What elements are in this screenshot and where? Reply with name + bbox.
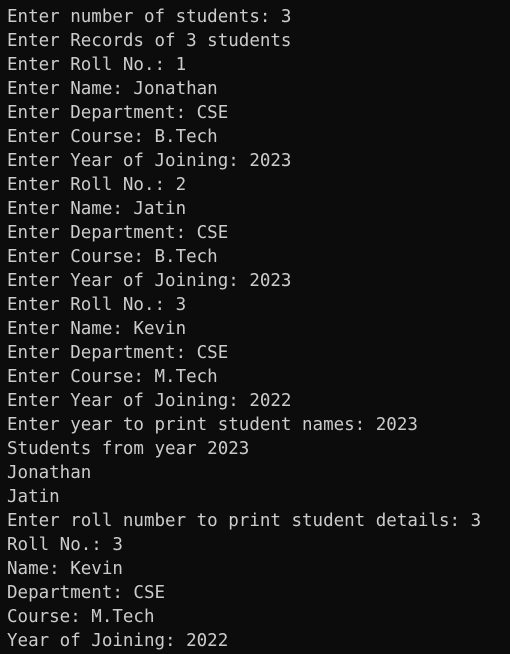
console-line: Enter Roll No.: 2: [7, 175, 187, 195]
console-line: Year of Joining: 2022: [7, 631, 229, 651]
console-line: Enter Roll No.: 1: [7, 55, 187, 75]
console-line: Enter roll number to print student detai…: [7, 511, 482, 531]
console-line: Enter Course: B.Tech: [7, 247, 218, 267]
console-line: Roll No.: 3: [7, 535, 123, 555]
console-line: Enter Year of Joining: 2023: [7, 271, 292, 291]
console-line: Enter Course: M.Tech: [7, 367, 218, 387]
console-line: Enter Department: CSE: [7, 103, 229, 123]
console-line: Jonathan: [7, 463, 92, 483]
console-output[interactable]: Enter number of students: 3 Enter Record…: [0, 0, 510, 654]
console-line: Enter Course: B.Tech: [7, 127, 218, 147]
console-line: Enter Records of 3 students: [7, 31, 292, 51]
console-line: Enter Department: CSE: [7, 223, 229, 243]
console-line: Enter Department: CSE: [7, 343, 229, 363]
console-line: Jatin: [7, 487, 60, 507]
console-line: Enter Year of Joining: 2022: [7, 391, 292, 411]
console-line: Enter year to print student names: 2023: [7, 415, 418, 435]
console-line: Enter Roll No.: 3: [7, 295, 187, 315]
console-line: Enter Name: Kevin: [7, 319, 187, 339]
console-line: Enter Name: Jonathan: [7, 79, 218, 99]
console-line: Department: CSE: [7, 583, 166, 603]
console-line: Enter Name: Jatin: [7, 199, 187, 219]
console-line: Course: M.Tech: [7, 607, 155, 627]
console-line: Name: Kevin: [7, 559, 123, 579]
console-line: Students from year 2023: [7, 439, 250, 459]
console-line: Enter Year of Joining: 2023: [7, 151, 292, 171]
console-line: Enter number of students: 3: [7, 7, 292, 27]
